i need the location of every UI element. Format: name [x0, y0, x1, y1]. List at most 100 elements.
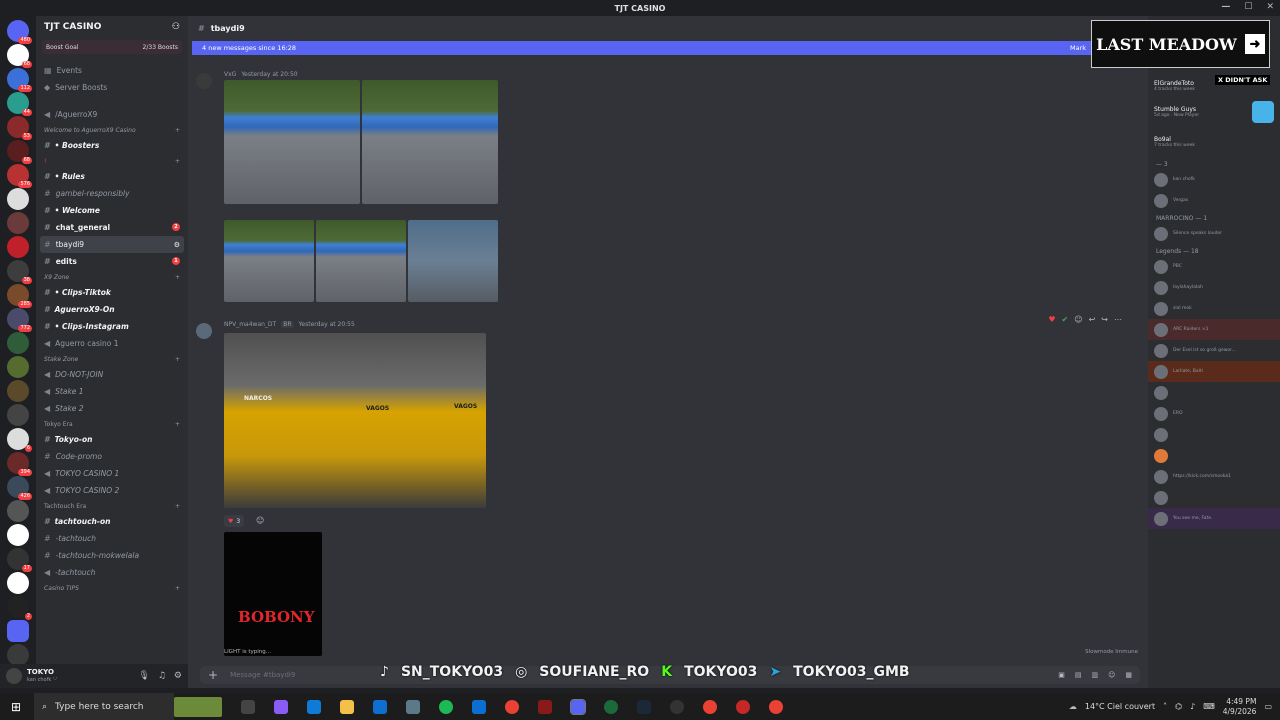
microphone-icon[interactable]: 🎙: [138, 671, 149, 681]
category-divider[interactable]: ! +: [36, 154, 188, 168]
server-icon[interactable]: 2: [7, 596, 32, 620]
server-folder-icon[interactable]: [7, 620, 29, 642]
channel-welcome[interactable]: # • Welcome: [36, 202, 188, 219]
member-row[interactable]: Vergas: [1148, 190, 1280, 211]
clock[interactable]: 4:49 PM 4/9/2026: [1223, 697, 1257, 717]
check-reaction-icon[interactable]: ✔: [1062, 315, 1069, 324]
server-header[interactable]: TJT CASINO ⚇: [36, 16, 188, 38]
sidebar-item-events[interactable]: ▦ Events: [36, 62, 188, 79]
gif-icon[interactable]: ▤: [1075, 671, 1082, 679]
channel-edits[interactable]: # edits 1: [36, 253, 188, 270]
search-input[interactable]: Type here to search: [55, 702, 143, 712]
channel-chat-general[interactable]: # chat_general 2: [36, 219, 188, 236]
sidebar-item-server-boosts[interactable]: ◆ Server Boosts: [36, 79, 188, 96]
server-icon[interactable]: [7, 236, 29, 258]
member-row[interactable]: Silence speaks louder: [1148, 223, 1280, 244]
gift-icon[interactable]: ▣: [1058, 671, 1065, 679]
channel-clips-tiktok[interactable]: # • Clips-Tiktok: [36, 284, 188, 301]
member-row[interactable]: kan chofk: [1148, 169, 1280, 190]
app-icon[interactable]: [538, 699, 552, 714]
volume-icon[interactable]: ♪: [1190, 702, 1195, 711]
heart-reaction[interactable]: ♥ 3: [224, 515, 245, 527]
channel-boosters[interactable]: # • Boosters: [36, 137, 188, 154]
server-icon[interactable]: [7, 380, 29, 402]
forward-icon[interactable]: ↪: [1101, 315, 1108, 324]
server-icon[interactable]: 285: [7, 284, 32, 308]
member-row[interactable]: slal mok: [1148, 298, 1280, 319]
attachment-image[interactable]: [224, 80, 360, 204]
obs-icon[interactable]: [670, 699, 684, 714]
member-row[interactable]: Stumble Guys 5d ago · New Player: [1148, 97, 1280, 127]
member-row[interactable]: [1148, 487, 1280, 508]
taskbar-search[interactable]: ⌕ Type here to search: [34, 693, 174, 720]
server-icon[interactable]: 394: [7, 452, 32, 476]
server-icon[interactable]: 426: [7, 476, 32, 500]
channel-code-promo[interactable]: # Code-promo: [36, 448, 188, 465]
server-icon[interactable]: [7, 212, 29, 234]
server-icon[interactable]: 44: [7, 92, 32, 116]
store-icon[interactable]: [373, 699, 387, 714]
discord-icon[interactable]: [570, 698, 586, 715]
boost-goal[interactable]: Boost Goal 2/33 Boosts: [42, 40, 182, 54]
server-icon[interactable]: [7, 332, 29, 354]
server-icon[interactable]: 53: [7, 116, 32, 140]
channel-stake-1[interactable]: ◀ Stake 1: [36, 383, 188, 400]
notification-icon[interactable]: ▭: [1264, 702, 1272, 711]
steam-icon[interactable]: [637, 699, 651, 714]
add-attachment-icon[interactable]: +: [208, 668, 218, 682]
avatar[interactable]: [6, 668, 22, 684]
close-icon[interactable]: ✕: [1266, 2, 1274, 12]
maximize-icon[interactable]: ☐: [1244, 2, 1252, 12]
channel-tachtouch-2[interactable]: ◀ -tachtouch: [36, 564, 188, 581]
server-icon[interactable]: [7, 500, 29, 522]
channel-tokyo-on[interactable]: # Tokyo-on: [36, 431, 188, 448]
mail-icon[interactable]: [472, 699, 486, 714]
channel-tbaydi9[interactable]: # tbaydi9 ⚙: [40, 236, 184, 253]
headphones-icon[interactable]: ♫: [158, 671, 166, 681]
message-input[interactable]: Message #tbaydi9: [230, 671, 295, 679]
channel-gambel-responsibly[interactable]: # gambel-responsibly: [36, 185, 188, 202]
attachment-image[interactable]: [224, 220, 314, 302]
category-stake-zone[interactable]: Stake Zone +: [36, 352, 188, 366]
spotify-icon[interactable]: [439, 699, 453, 714]
server-icon[interactable]: 68: [7, 140, 32, 164]
server-icon[interactable]: [7, 188, 29, 210]
avatar[interactable]: [196, 323, 212, 339]
channel-do-not-join[interactable]: ◀ DO-NOT-JOIN: [36, 366, 188, 383]
add-reaction-icon[interactable]: ☺: [256, 516, 264, 525]
server-icon[interactable]: [7, 524, 29, 546]
minimize-icon[interactable]: —: [1221, 2, 1230, 12]
weather-text[interactable]: 14°C Ciel couvert: [1085, 702, 1155, 711]
server-icon[interactable]: [7, 356, 29, 378]
member-row[interactable]: Larliate, Balti: [1148, 361, 1280, 382]
attachment-image[interactable]: [316, 220, 406, 302]
channel-rules[interactable]: # • Rules: [36, 168, 188, 185]
avatar[interactable]: [196, 73, 212, 89]
server-icon[interactable]: [7, 572, 29, 594]
more-options-icon[interactable]: ⋯: [1114, 315, 1122, 324]
member-row[interactable]: ARC Raiders ×1: [1148, 319, 1280, 340]
video-attachment[interactable]: BOBONY: [224, 532, 322, 656]
server-icon[interactable]: 38: [7, 260, 32, 284]
server-icon[interactable]: 68: [7, 44, 32, 68]
emoji-icon[interactable]: ☺: [1108, 671, 1115, 679]
chrome-icon[interactable]: [769, 699, 783, 714]
edge-icon[interactable]: [307, 699, 321, 714]
message-author[interactable]: VxG: [224, 71, 236, 78]
channel-aguerrox9-on[interactable]: # AguerroX9-On: [36, 301, 188, 318]
member-row[interactable]: PBC: [1148, 256, 1280, 277]
member-row[interactable]: You see me, Fate.: [1148, 508, 1280, 529]
category-tokyo-era[interactable]: Tokyo Era +: [36, 417, 188, 431]
add-member-icon[interactable]: ⚇: [172, 22, 180, 32]
copilot-icon[interactable]: [274, 699, 288, 714]
sticker-icon[interactable]: ▥: [1091, 671, 1098, 679]
attachment-image[interactable]: [362, 80, 498, 204]
server-icon[interactable]: 576: [7, 164, 32, 188]
channel-clips-instagram[interactable]: # • Clips-Instagram: [36, 318, 188, 335]
app-icon[interactable]: [604, 699, 618, 714]
channel-tokyo-casino-2[interactable]: ◀ TOKYO CASINO 2: [36, 482, 188, 499]
server-icon[interactable]: [7, 404, 29, 426]
tray-chevron-icon[interactable]: ˄: [1163, 702, 1167, 711]
add-reaction-icon[interactable]: ☺: [1074, 315, 1082, 324]
member-row[interactable]: [1148, 382, 1280, 403]
